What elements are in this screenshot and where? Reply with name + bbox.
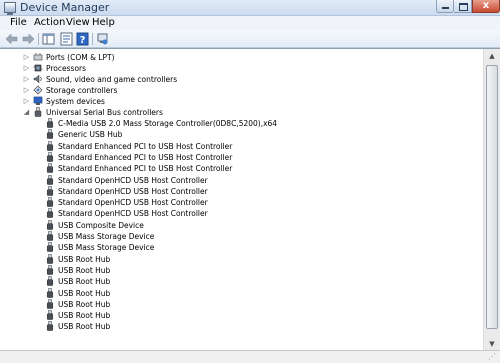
maximize-button[interactable] bbox=[454, 0, 472, 13]
collapse-arrow-icon[interactable]: ◢ bbox=[23, 108, 30, 116]
usb-plug-icon bbox=[45, 140, 55, 151]
usb-device-label: Standard OpenHCD USB Host Controller bbox=[58, 186, 208, 196]
usb-plug-icon bbox=[45, 276, 55, 286]
tree-item-label: Processors bbox=[46, 64, 87, 73]
usb-plug-icon bbox=[45, 197, 55, 207]
usb-plug-icon bbox=[45, 208, 55, 219]
usb-device-label: Standard OpenHCD USB Host Controller bbox=[58, 209, 208, 219]
expand-arrow-icon[interactable]: ▷ bbox=[23, 97, 30, 105]
expand-arrow-icon[interactable]: ▷ bbox=[23, 75, 30, 83]
tree-item-label: Ports (COM & LPT) bbox=[46, 53, 115, 62]
close-button[interactable]: x bbox=[472, 0, 500, 13]
menu-bar: File Action View Help bbox=[0, 16, 500, 30]
title-bar[interactable]: Device Manager x bbox=[0, 0, 500, 16]
show-hidden-icon[interactable] bbox=[96, 32, 109, 46]
storage-icon bbox=[33, 85, 43, 95]
device-manager-icon bbox=[4, 2, 16, 15]
usb-plug-icon bbox=[45, 219, 55, 230]
device-tree-pane: ▷ Ports (COM & LPT) ▷ Processors ▷ Sound… bbox=[0, 48, 500, 350]
expand-arrow-icon[interactable]: ▷ bbox=[23, 53, 30, 61]
tree-item-label: Storage controllers bbox=[46, 86, 118, 95]
device-manager-window: Device Manager x File Action View Help ? bbox=[0, 0, 500, 363]
properties-icon[interactable] bbox=[60, 32, 73, 46]
scroll-up-arrow-icon[interactable]: ▲ bbox=[484, 49, 500, 63]
usb-device-label: USB Root Hub bbox=[58, 299, 111, 309]
usb-device-label: Standard Enhanced PCI to USB Host Contro… bbox=[58, 141, 233, 151]
usb-plug-icon bbox=[45, 287, 55, 298]
usb-plug-icon bbox=[45, 118, 55, 128]
usb-device-label: USB Mass Storage Device bbox=[58, 243, 155, 253]
menu-file[interactable]: File bbox=[6, 16, 31, 30]
usb-plug-icon bbox=[45, 265, 55, 275]
usb-plug-icon bbox=[45, 129, 55, 140]
expand-arrow-icon[interactable]: ▷ bbox=[23, 64, 30, 72]
toolbar: ? bbox=[0, 30, 500, 48]
toolbar-separator bbox=[38, 33, 39, 45]
usb-device-label: Standard Enhanced PCI to USB Host Contro… bbox=[58, 164, 233, 174]
port-icon bbox=[33, 52, 43, 62]
usb-plug-icon bbox=[45, 174, 55, 185]
usb-device-label: C-Media USB 2.0 Mass Storage Controller(… bbox=[58, 119, 278, 128]
processor-icon bbox=[33, 63, 43, 73]
resize-grip-icon[interactable]: ⋰ bbox=[488, 352, 498, 362]
status-bar: ⋰ bbox=[0, 350, 500, 363]
usb-device-label: USB Root Hub bbox=[58, 277, 111, 287]
usb-plug-icon bbox=[45, 253, 55, 264]
back-icon[interactable] bbox=[5, 32, 18, 46]
system-icon bbox=[33, 96, 43, 106]
usb-plug-icon bbox=[45, 298, 55, 309]
sound-icon bbox=[33, 74, 43, 84]
window-title: Device Manager bbox=[20, 1, 110, 14]
help-icon[interactable]: ? bbox=[76, 32, 89, 46]
tree-item-label: Sound, video and game controllers bbox=[46, 75, 178, 84]
scroll-down-arrow-icon[interactable]: ▼ bbox=[484, 337, 500, 350]
usb-device-label: USB Mass Storage Device bbox=[58, 232, 155, 241]
device-tree: ▷ Ports (COM & LPT) ▷ Processors ▷ Sound… bbox=[0, 49, 483, 350]
usb-device-label: USB Root Hub bbox=[58, 265, 111, 275]
usb-device-label: USB Root Hub bbox=[58, 288, 111, 298]
usb-device-label: Standard OpenHCD USB Host Controller bbox=[58, 175, 208, 185]
tree-item-label: Universal Serial Bus controllers bbox=[46, 108, 163, 117]
usb-device-label: Standard OpenHCD USB Host Controller bbox=[58, 198, 208, 208]
usb-plug-icon bbox=[45, 152, 55, 162]
usb-plug-icon bbox=[45, 185, 55, 196]
usb-plug-icon bbox=[45, 242, 55, 253]
tree-item-label: System devices bbox=[46, 97, 105, 106]
forward-icon[interactable] bbox=[22, 32, 35, 46]
minimize-button[interactable] bbox=[436, 0, 454, 13]
usb-device-label: USB Root Hub bbox=[58, 254, 111, 264]
usb-device-label: USB Root Hub bbox=[58, 322, 111, 332]
toolbar-separator bbox=[92, 33, 93, 45]
usb-plug-icon bbox=[45, 321, 55, 332]
usb-device-label: Generic USB Hub bbox=[58, 130, 123, 140]
usb-device-label: USB Composite Device bbox=[58, 220, 144, 230]
scrollbar-thumb[interactable] bbox=[486, 65, 498, 329]
usb-plug-icon bbox=[45, 310, 55, 320]
usb-plug-icon bbox=[45, 231, 55, 241]
vertical-scrollbar[interactable]: ▲ ▼ bbox=[483, 49, 500, 350]
usb-device-label: Standard Enhanced PCI to USB Host Contro… bbox=[58, 152, 233, 162]
usb-device-label: USB Root Hub bbox=[58, 311, 111, 321]
svg-text:?: ? bbox=[80, 35, 86, 46]
usb-icon bbox=[33, 107, 43, 117]
show-hide-console-tree-icon[interactable] bbox=[42, 32, 55, 46]
usb-plug-icon bbox=[45, 163, 55, 173]
menu-help[interactable]: Help bbox=[88, 16, 119, 30]
expand-arrow-icon[interactable]: ▷ bbox=[23, 86, 30, 94]
